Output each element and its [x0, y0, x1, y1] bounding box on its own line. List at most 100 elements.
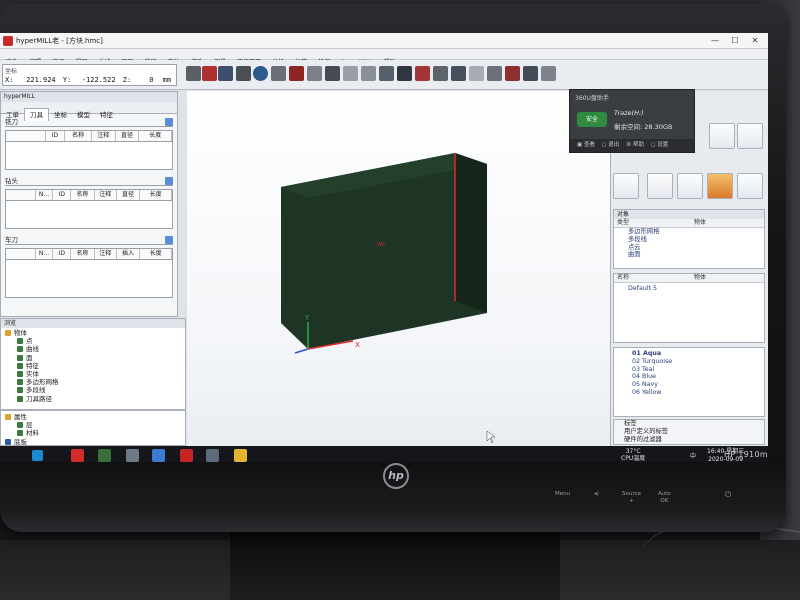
- turn-grid-body[interactable]: [5, 260, 173, 298]
- tree-item-objects[interactable]: 物体: [5, 329, 185, 337]
- undo-icon[interactable]: [325, 66, 340, 81]
- group-drill-label: 钻头: [5, 177, 18, 185]
- z-value: 0: [149, 76, 154, 84]
- settings-icon[interactable]: [541, 66, 556, 81]
- power-button[interactable]: ⏻: [725, 491, 731, 499]
- ime-indicator[interactable]: 中: [690, 451, 696, 460]
- 3d-viewport[interactable]: X Y WP: [187, 91, 610, 446]
- tree-item-features[interactable]: 特征: [5, 362, 185, 370]
- tree-item-base[interactable]: 底板: [5, 438, 185, 446]
- redo-icon[interactable]: [343, 66, 358, 81]
- labels-row[interactable]: 标签: [614, 420, 764, 428]
- material-icon: [17, 430, 23, 437]
- drill-grid-body[interactable]: [5, 201, 173, 229]
- close-button[interactable]: ✕: [746, 35, 764, 47]
- render-icon[interactable]: [523, 66, 538, 81]
- tree-item-polyline[interactable]: 多段线: [5, 386, 185, 394]
- tree-item-surfaces[interactable]: 面: [5, 354, 185, 362]
- layer-row[interactable]: 05 Navy: [632, 381, 764, 389]
- calculator-taskbar-icon[interactable]: [206, 449, 219, 462]
- tree-item-curves[interactable]: 曲线: [5, 345, 185, 353]
- layer-icon[interactable]: [469, 66, 484, 81]
- print-icon[interactable]: [218, 66, 233, 81]
- start-icon[interactable]: [32, 450, 43, 461]
- unit-label: mm: [162, 76, 172, 84]
- auto-monitor-button[interactable]: Auto OK: [658, 491, 671, 505]
- layer-row[interactable]: 01 Aqua: [632, 350, 764, 358]
- curve-tool-icon[interactable]: [709, 123, 735, 149]
- popup-help-button[interactable]: ⚙ 帮助: [626, 142, 644, 148]
- col-icon: [6, 249, 36, 259]
- col-object: 物体: [694, 219, 707, 226]
- measure-icon[interactable]: [307, 66, 322, 81]
- objects-panel: 对象 类型 物体 多边形网格 多段线 点云 曲面: [613, 209, 765, 269]
- tree-item-solids[interactable]: 实体: [5, 370, 185, 378]
- fillet-tool-icon[interactable]: [707, 173, 733, 199]
- filter-row[interactable]: 硬件的过滤器: [614, 436, 764, 444]
- autocad-taskbar-icon[interactable]: [180, 449, 193, 462]
- browser-tree: 浏览 物体 点 曲线 面 特征 实体 多边形网格 多段线 刀具路径: [0, 318, 186, 410]
- collapse-icon[interactable]: [165, 177, 173, 185]
- cpu-temp-label: CPU温度: [621, 455, 646, 462]
- tree-item-materials[interactable]: 材料: [5, 429, 185, 437]
- menu-monitor-button[interactable]: Menu: [555, 491, 570, 498]
- cpu-temp-value: 37°C: [625, 448, 641, 455]
- select-icon[interactable]: [415, 66, 430, 81]
- paste-icon[interactable]: [289, 66, 304, 81]
- volume-monitor-button[interactable]: ◂): [594, 491, 599, 498]
- y-value: -122.522: [81, 76, 116, 84]
- blend-tool-icon[interactable]: [677, 173, 703, 199]
- pointer-icon[interactable]: [397, 66, 412, 81]
- y-label: Y:: [62, 76, 72, 84]
- usb-drive-icon[interactable]: 安全: [577, 112, 607, 127]
- arc-tool-icon[interactable]: [737, 123, 763, 149]
- minimize-button[interactable]: —: [706, 35, 724, 47]
- objects-title: 对象: [614, 210, 764, 219]
- app3-taskbar-icon[interactable]: [126, 449, 139, 462]
- object-row[interactable]: 多边形网格: [628, 228, 764, 236]
- shade-icon[interactable]: [505, 66, 520, 81]
- surface-tool-icon[interactable]: [613, 173, 639, 199]
- object-row[interactable]: 多段线: [628, 236, 764, 244]
- sphere-icon[interactable]: [253, 66, 268, 81]
- popup-view-button[interactable]: ▣ 查看: [577, 142, 595, 148]
- tool-icon[interactable]: [451, 66, 466, 81]
- layer-row[interactable]: 02 Turquoise: [632, 358, 764, 366]
- object-row[interactable]: 点云: [628, 244, 764, 252]
- layer-row[interactable]: 04 Blue: [632, 373, 764, 381]
- layer-row[interactable]: 03 Teal: [632, 366, 764, 374]
- user-labels-row[interactable]: 用户定义的标签: [614, 428, 764, 436]
- hypermill-taskbar-icon[interactable]: [71, 449, 84, 462]
- popup-settings-button[interactable]: ◻ 设置: [651, 142, 668, 148]
- open-icon[interactable]: [186, 66, 201, 81]
- default-layer-row[interactable]: Default 5: [628, 285, 764, 293]
- layer-row[interactable]: 06 Yellow: [632, 389, 764, 397]
- tree-item-properties[interactable]: 属性: [5, 413, 185, 421]
- popup-title: 360U盘助手: [575, 95, 609, 102]
- source-monitor-button[interactable]: Source +: [622, 491, 641, 505]
- collapse-icon[interactable]: [165, 236, 173, 244]
- drill-icon[interactable]: [433, 66, 448, 81]
- tree-item-toolpath[interactable]: 刀具路径: [5, 395, 185, 403]
- collapse-icon[interactable]: [165, 118, 173, 126]
- save-icon[interactable]: [202, 66, 217, 81]
- cut-icon[interactable]: [236, 66, 251, 81]
- text-icon[interactable]: [379, 66, 394, 81]
- sweep-tool-icon[interactable]: [647, 173, 673, 199]
- rotate-icon[interactable]: [361, 66, 376, 81]
- popup-eject-button[interactable]: ◻ 退出: [602, 142, 619, 148]
- maximize-button[interactable]: ☐: [726, 35, 744, 47]
- col-name: 名称: [71, 249, 95, 259]
- offset-tool-icon[interactable]: [737, 173, 763, 199]
- app4-taskbar-icon[interactable]: [152, 449, 165, 462]
- copy-icon[interactable]: [271, 66, 286, 81]
- app2-taskbar-icon[interactable]: [98, 449, 111, 462]
- browser-title: 浏览: [1, 319, 185, 328]
- object-row[interactable]: 曲面: [628, 251, 764, 259]
- feature-icon: [17, 362, 23, 369]
- folder-taskbar-icon[interactable]: [234, 449, 247, 462]
- mill-grid-body[interactable]: [5, 142, 173, 170]
- col-id: ID: [46, 131, 66, 141]
- drill-grid-header: N... ID 名称 注释 直径 长度: [5, 189, 173, 201]
- view-icon[interactable]: [487, 66, 502, 81]
